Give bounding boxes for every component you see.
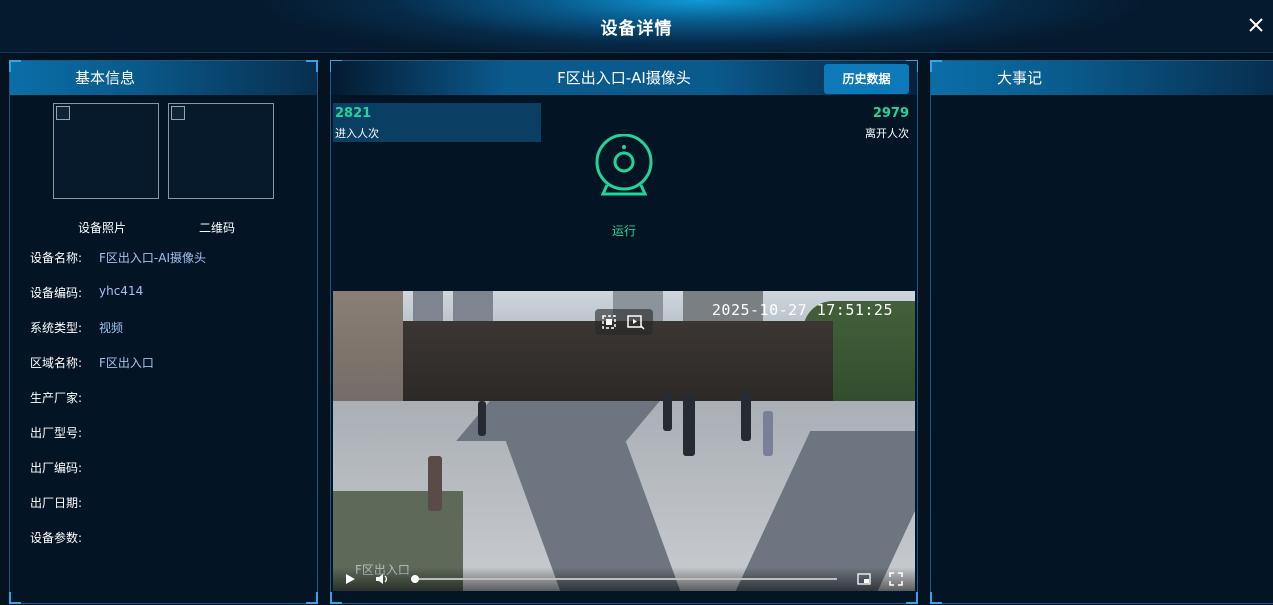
broken-image-icon [56,106,70,120]
field-parameters: 设备参数: [10,525,317,560]
field-production-date: 出厂日期: [10,490,317,525]
volume-icon[interactable] [375,572,389,586]
field-label: 出厂日期: [30,496,83,510]
events-title: 大事记 [931,61,1273,95]
field-label: 生产厂家: [30,391,83,405]
screenshot-icon[interactable] [601,314,617,330]
field-manufacturer: 生产厂家: [10,385,317,420]
dialog-header: 设备详情 [0,0,1273,53]
device-status: 运行 [611,224,636,238]
fullscreen-icon[interactable] [889,572,903,586]
enter-count-card: 2821 进入人次 [333,103,541,142]
field-value: 视频 [99,321,124,335]
field-label: 出厂型号: [30,426,83,440]
camera-panel: F区出入口-AI摄像头 历史数据 2821 进入人次 2979 离开人次 运行 [330,60,918,604]
field-device-name: 设备名称: F区出入口-AI摄像头 [10,245,317,280]
events-panel: 大事记 [930,60,1273,604]
camera-title: F区出入口-AI摄像头 历史数据 [331,61,917,95]
close-icon[interactable] [1245,14,1267,36]
enter-label: 进入人次 [335,127,379,140]
device-photo-caption: 设备照片 [78,221,127,235]
broken-image-icon [171,106,185,120]
field-label: 设备名称: [30,251,83,265]
progress-knob[interactable] [411,575,420,583]
video-player[interactable]: 2025-10-27 17:51:25 F区出入口 [333,291,915,591]
field-value: yhc414 [99,284,144,298]
field-label: 设备编码: [30,286,83,300]
field-value: F区出入口-AI摄像头 [99,251,206,265]
video-controls [333,567,915,591]
picture-in-picture-icon[interactable] [857,572,871,586]
play-icon[interactable] [343,572,357,586]
device-photo[interactable] [53,103,159,199]
field-label: 区域名称: [30,356,83,370]
field-device-code: 设备编码: yhc414 [10,280,317,315]
basic-info-panel: 基本信息 设备照片 二维码 设备名称: F区出入口-AI摄像头 设备编码: yh… [9,60,318,604]
video-overlay-toolbar [595,309,653,335]
enter-count: 2821 [335,106,372,121]
dialog-title: 设备详情 [600,19,673,39]
field-model: 出厂型号: [10,420,317,455]
field-area-name: 区域名称: F区出入口 [10,350,317,385]
qr-code-image[interactable] [168,103,274,199]
webcam-icon [595,134,653,196]
field-serial: 出厂编码: [10,455,317,490]
leave-label: 离开人次 [865,127,909,140]
leave-count: 2979 [872,106,909,121]
field-label: 系统类型: [30,321,83,335]
field-label: 出厂编码: [30,461,83,475]
field-system-type: 系统类型: 视频 [10,315,317,350]
field-value: F区出入口 [99,356,154,370]
basic-info-title: 基本信息 [10,61,317,95]
history-data-button[interactable]: 历史数据 [824,64,909,94]
qr-code-caption: 二维码 [199,221,236,235]
video-progress-bar[interactable] [411,575,837,583]
camera-name: F区出入口-AI摄像头 [557,69,691,87]
record-icon[interactable] [627,314,645,330]
video-timestamp: 2025-10-27 17:51:25 [711,301,893,319]
field-label: 设备参数: [30,531,83,545]
